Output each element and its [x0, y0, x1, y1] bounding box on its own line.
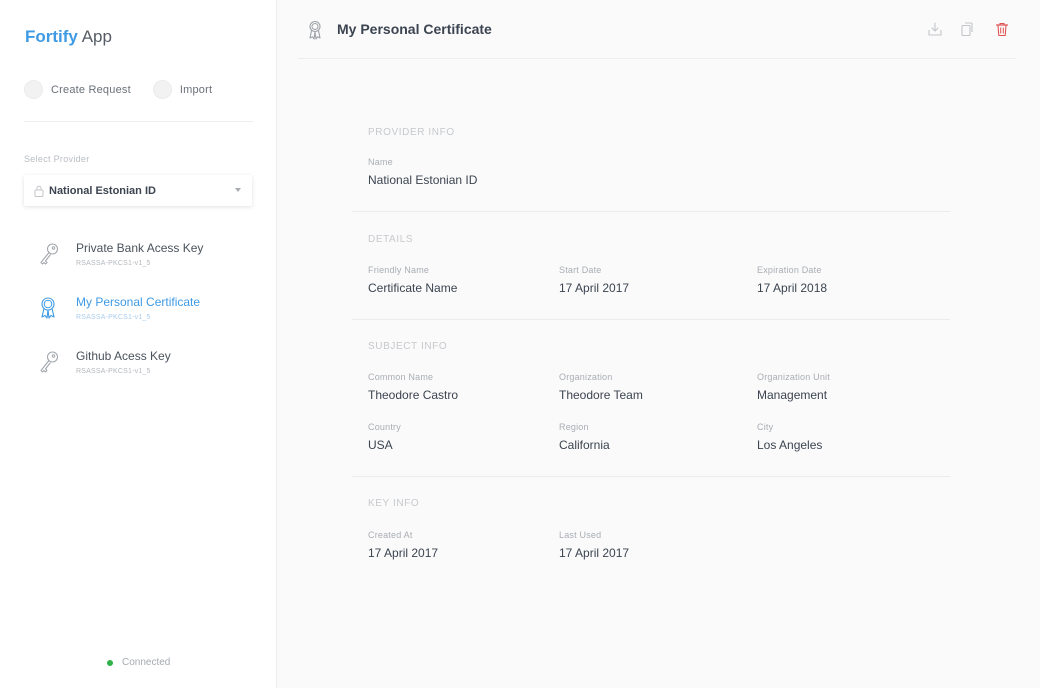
key-item-algorithm: RSASSA-PKCS1-v1_5 [76, 314, 151, 321]
header-bar: My Personal Certificate [298, 0, 1016, 59]
field-expiration-date: Expiration Date 17 April 2018 [757, 265, 827, 295]
field-country: Country USA [368, 422, 401, 452]
lock-icon [34, 185, 44, 197]
sidebar-divider [24, 121, 253, 122]
certificate-icon [41, 297, 55, 319]
section-divider [352, 476, 950, 477]
section-divider [352, 211, 950, 212]
create-request-icon [24, 80, 43, 99]
import-icon [152, 80, 172, 99]
field-value: Management [757, 388, 828, 402]
field-label: Start Date [559, 265, 602, 275]
main-panel: My Personal Certificate PROVIDER INFO Na… [277, 0, 1040, 688]
provider-selected-value: National Estonian ID [49, 184, 156, 197]
chevron-down-icon [235, 188, 241, 192]
status-dot-icon [107, 659, 113, 666]
logo-app: App [81, 27, 112, 46]
section-title: SUBJECT INFO [368, 341, 448, 352]
field-value: Theodore Team [559, 388, 643, 402]
field-city: City Los Angeles [757, 422, 822, 452]
field-value: 17 April 2018 [757, 281, 828, 295]
provider-select[interactable]: National Estonian ID [24, 175, 252, 206]
key-item-name: My Personal Certificate [76, 295, 201, 309]
key-item-algorithm: RSASSA-PKCS1-v1_5 [76, 368, 151, 375]
key-list: Private Bank Acess Key RSASSA-PKCS1-v1_5… [0, 232, 277, 394]
field-value: National Estonian ID [368, 173, 478, 187]
key-item-name: Private Bank Acess Key [76, 241, 204, 255]
select-provider-label: Select Provider [24, 154, 90, 164]
field-label: Expiration Date [757, 265, 822, 275]
field-value: Theodore Castro [368, 388, 459, 402]
field-value: 17 April 2017 [559, 281, 630, 295]
field-label: Region [559, 422, 589, 432]
field-region: Region California [559, 422, 610, 452]
field-label: Name [368, 157, 393, 167]
status-text: Connected [122, 657, 171, 668]
field-label: Organization [559, 372, 613, 382]
download-icon[interactable] [927, 21, 943, 37]
key-item-name: Github Acess Key [76, 349, 171, 363]
field-value: 17 April 2017 [368, 546, 439, 560]
field-label: Created At [368, 530, 413, 540]
field-last-used: Last Used 17 April 2017 [559, 530, 629, 560]
field-label: Country [368, 422, 401, 432]
sidebar-actions: Create Request Import [24, 80, 234, 99]
field-created-at: Created At 17 April 2017 [368, 530, 438, 560]
create-request-label: Create Request [51, 83, 131, 96]
connection-status: Connected [107, 657, 170, 668]
field-value: Certificate Name [368, 281, 458, 295]
key-item-algorithm: RSASSA-PKCS1-v1_5 [76, 260, 151, 267]
create-request-button[interactable]: Create Request [24, 80, 131, 99]
field-label: City [757, 422, 774, 432]
key-icon [40, 351, 59, 373]
sidebar: Fortify App Create Request Import Select… [0, 0, 277, 688]
logo-brand: Fortify [25, 27, 78, 46]
field-label: Last Used [559, 530, 602, 540]
field-value: 17 April 2017 [559, 546, 630, 560]
field-value: USA [368, 438, 393, 452]
copy-icon[interactable] [959, 21, 975, 37]
app-logo: Fortify App [25, 27, 112, 47]
key-icon [40, 243, 59, 265]
field-value: Los Angeles [757, 438, 823, 452]
field-friendly-name: Friendly Name Certificate Name [368, 265, 457, 295]
section-title: KEY INFO [368, 498, 420, 509]
field-organization-unit: Organization Unit Management [757, 372, 830, 402]
import-button[interactable]: Import [152, 80, 213, 99]
field-value: California [559, 438, 610, 452]
key-item-personal-certificate[interactable]: My Personal Certificate RSASSA-PKCS1-v1_… [0, 286, 277, 340]
field-common-name: Common Name Theodore Castro [368, 372, 458, 402]
field-label: Common Name [368, 372, 434, 382]
field-label: Friendly Name [368, 265, 430, 275]
field-start-date: Start Date 17 April 2017 [559, 265, 629, 295]
page-title: My Personal Certificate [337, 21, 492, 37]
section-divider [352, 319, 950, 320]
key-item-private-bank[interactable]: Private Bank Acess Key RSASSA-PKCS1-v1_5 [0, 232, 277, 286]
delete-icon[interactable] [994, 21, 1010, 37]
field-provider-name: Name National Estonian ID [368, 157, 477, 187]
key-item-github[interactable]: Github Acess Key RSASSA-PKCS1-v1_5 [0, 340, 277, 394]
field-organization: Organization Theodore Team [559, 372, 643, 402]
import-label: Import [179, 83, 213, 96]
section-title: PROVIDER INFO [368, 127, 455, 138]
field-label: Organization Unit [757, 372, 830, 382]
certificate-icon [309, 20, 321, 40]
section-title: DETAILS [368, 234, 414, 245]
